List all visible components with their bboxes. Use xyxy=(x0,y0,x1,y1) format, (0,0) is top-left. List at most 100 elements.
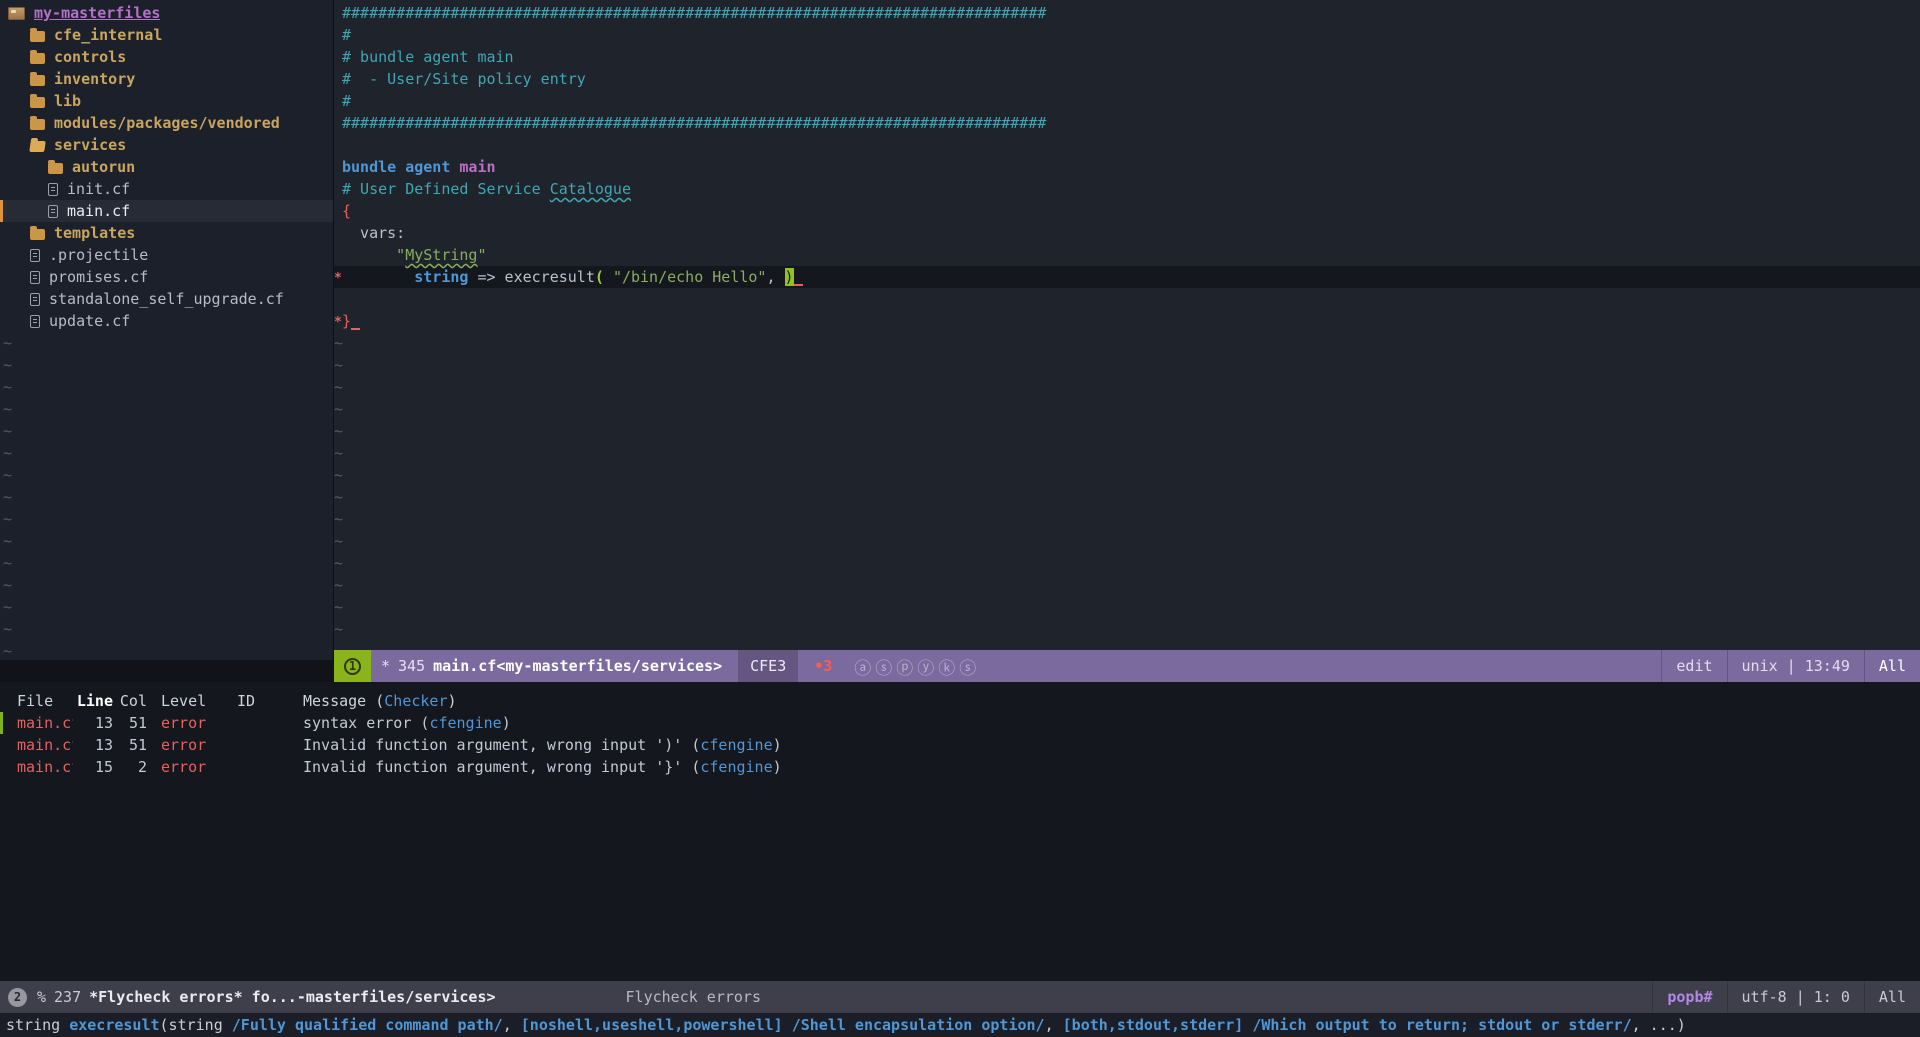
editor-buffer[interactable]: ########################################… xyxy=(334,0,1920,650)
code-token: " xyxy=(477,246,486,264)
error-message: Invalid function argument, wrong input '… xyxy=(283,756,1920,778)
file-icon xyxy=(30,249,40,262)
code-token xyxy=(794,268,803,286)
tree-item-label: .projectile xyxy=(49,246,148,264)
empty-code-line: ~ xyxy=(334,442,1920,464)
checker-link[interactable]: cfengine xyxy=(700,758,772,776)
code-token xyxy=(604,268,613,286)
buffer-size: 237 xyxy=(54,988,81,1006)
code-line[interactable]: # User Defined Service Catalogue xyxy=(334,178,1920,200)
code-token: => execresult xyxy=(468,268,594,286)
error-col: 51 xyxy=(113,712,147,734)
file-icon xyxy=(30,293,40,306)
checker-link[interactable]: cfengine xyxy=(700,736,772,754)
error-col: 2 xyxy=(113,756,147,778)
flycheck-error-count[interactable]: •3 xyxy=(814,657,832,675)
tree-item-modules-packages-vendored[interactable]: modules/packages/vendored xyxy=(0,112,333,134)
tree-item-inventory[interactable]: inventory xyxy=(0,68,333,90)
tree-item-standalone-self-upgrade.cf[interactable]: standalone_self_upgrade.cf xyxy=(0,288,333,310)
error-file: main.cf xyxy=(0,734,73,756)
buffer-name[interactable]: *Flycheck errors* fo...-masterfiles/serv… xyxy=(89,988,495,1006)
code-line[interactable]: # xyxy=(334,90,1920,112)
empty-line-marker: ~ xyxy=(0,464,333,486)
error-file: main.cf xyxy=(0,712,73,734)
column-header-col[interactable]: Col xyxy=(113,690,147,712)
code-token: ########################################… xyxy=(342,114,1046,132)
empty-line-marker: ~ xyxy=(334,486,342,508)
column-header-id[interactable]: ID xyxy=(223,690,283,712)
major-mode-indicator[interactable]: Flycheck errors xyxy=(626,988,761,1006)
tree-item-label: lib xyxy=(54,92,81,110)
code-line[interactable]: bundle agent main xyxy=(334,156,1920,178)
code-token: # xyxy=(342,26,351,44)
popwin-indicator: popb# xyxy=(1652,981,1726,1013)
column-header-line[interactable]: Line xyxy=(73,690,113,712)
tree-item-autorun[interactable]: autorun xyxy=(0,156,333,178)
tree-item-init.cf[interactable]: init.cf xyxy=(0,178,333,200)
eldoc-segment: /Which output to return; stdout or stder… xyxy=(1252,1016,1631,1034)
empty-line-marker: ~ xyxy=(0,596,333,618)
folder-icon xyxy=(48,163,63,174)
tree-item-templates[interactable]: templates xyxy=(0,222,333,244)
code-line[interactable]: ########################################… xyxy=(334,2,1920,24)
error-row[interactable]: main.cf1351errorsyntax error (cfengine) xyxy=(0,712,1920,734)
code-line[interactable]: *} xyxy=(334,310,1920,332)
code-token: # xyxy=(342,92,351,110)
buffer-readonly-indicator: % xyxy=(37,988,46,1006)
tree-item-main.cf[interactable]: main.cf xyxy=(0,200,333,222)
checker-link[interactable]: cfengine xyxy=(429,714,501,732)
column-header-file[interactable]: File xyxy=(0,690,73,712)
eldoc-segment: /Shell encapsulation option/ xyxy=(792,1016,1045,1034)
tree-item-update.cf[interactable]: update.cf xyxy=(0,310,333,332)
column-header-level[interactable]: Level xyxy=(147,690,223,712)
editor-state-indicator: edit xyxy=(1661,650,1726,682)
eldoc-segment: /Fully qualified command path/ xyxy=(232,1016,503,1034)
code-line[interactable]: { xyxy=(334,200,1920,222)
code-token xyxy=(342,268,414,286)
error-row[interactable]: main.cf152errorInvalid function argument… xyxy=(0,756,1920,778)
empty-line-marker: ~ xyxy=(0,618,333,640)
tree-item-my-masterfiles[interactable]: my-masterfiles xyxy=(0,2,333,24)
code-token: Catalogue xyxy=(550,180,631,198)
treemacs-sidebar: my-masterfilescfe_internalcontrolsinvent… xyxy=(0,0,333,682)
code-line[interactable]: # bundle agent main xyxy=(334,46,1920,68)
major-mode-indicator[interactable]: CFE3 xyxy=(738,650,798,682)
empty-line-marker: ~ xyxy=(334,574,342,596)
empty-line-marker: ~ xyxy=(334,530,342,552)
tree-item-cfe-internal[interactable]: cfe_internal xyxy=(0,24,333,46)
emacs-frame: my-masterfilescfe_internalcontrolsinvent… xyxy=(0,0,1920,1037)
tree-item-label: update.cf xyxy=(49,312,130,330)
column-header-message[interactable]: Message (Checker) xyxy=(283,690,1920,712)
eldoc-segment: string xyxy=(6,1016,69,1034)
scroll-position-indicator: All xyxy=(1864,981,1920,1013)
empty-line-marker: ~ xyxy=(334,596,342,618)
window-number-icon: 2 xyxy=(8,988,27,1007)
tree-item-.projectile[interactable]: .projectile xyxy=(0,244,333,266)
error-line: 15 xyxy=(73,756,113,778)
empty-code-line: ~ xyxy=(334,508,1920,530)
code-line[interactable] xyxy=(334,288,1920,310)
empty-code-line: ~ xyxy=(334,354,1920,376)
tree-item-label: init.cf xyxy=(67,180,130,198)
tree-item-promises.cf[interactable]: promises.cf xyxy=(0,266,333,288)
code-line[interactable]: vars: xyxy=(334,222,1920,244)
code-token: MyString xyxy=(405,246,477,264)
code-token: , xyxy=(766,268,784,286)
tree-item-services[interactable]: services xyxy=(0,134,333,156)
tree-item-lib[interactable]: lib xyxy=(0,90,333,112)
sidebar-modeline xyxy=(0,660,333,682)
buffer-name[interactable]: main.cf<my-masterfiles/services> xyxy=(433,657,722,675)
error-row[interactable]: main.cf1351errorInvalid function argumen… xyxy=(0,734,1920,756)
code-line[interactable]: * string => execresult( "/bin/echo Hello… xyxy=(334,266,1920,288)
tree-item-controls[interactable]: controls xyxy=(0,46,333,68)
code-line[interactable]: ########################################… xyxy=(334,112,1920,134)
error-line: 13 xyxy=(73,712,113,734)
eldoc-segment: (string xyxy=(160,1016,232,1034)
code-line[interactable] xyxy=(334,134,1920,156)
code-line[interactable]: # xyxy=(334,24,1920,46)
code-line[interactable]: # - User/Site policy entry xyxy=(334,68,1920,90)
empty-line-marker: ~ xyxy=(0,442,333,464)
code-token: { xyxy=(342,202,351,220)
text-cursor: ) xyxy=(785,268,794,286)
code-line[interactable]: "MyString" xyxy=(334,244,1920,266)
